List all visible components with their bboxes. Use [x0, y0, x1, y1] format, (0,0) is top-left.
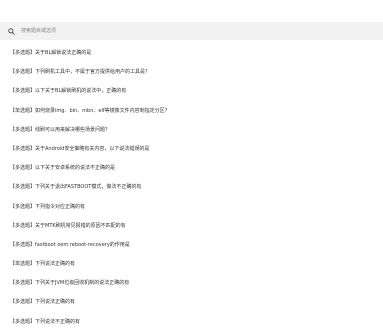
question-item-10[interactable]: 【多选题】关于MTK刷机常见报错的原因不匹配的有 — [0, 217, 383, 236]
question-list: 【多选题】关于BL解锁说法正确的是 【多选题】下列刷机工具中，不属于官方提供给用… — [0, 44, 383, 332]
question-type: 【多选题】 — [10, 280, 36, 287]
question-text: fastboot oem reboot-recovery的作用是 — [35, 241, 130, 248]
search-input[interactable] — [21, 26, 383, 36]
question-item-7[interactable]: 【多选题】以下关于安卓系统的说法不正确的是 — [0, 159, 383, 178]
question-type: 【单选题】 — [10, 107, 36, 114]
question-item-8[interactable]: 【多选题】下列关于退出FASTBOOT模式，做法不正确的有 — [0, 178, 383, 197]
search-bar[interactable] — [0, 22, 383, 40]
question-type: 【多选题】 — [10, 203, 36, 210]
question-type: 【单选题】 — [10, 261, 36, 268]
question-text: 关于BL解锁说法正确的是 — [35, 50, 92, 56]
question-type: 【多选题】 — [10, 50, 36, 56]
question-text: 如何烧录img、bin、mbn、elf等镜像文件内容到指定分区？ — [35, 107, 170, 114]
question-type: 【多选题】 — [10, 184, 36, 191]
question-type: 【多选题】 — [10, 318, 36, 325]
question-item-11[interactable]: 【多选题】fastboot oem reboot-recovery的作用是 — [0, 236, 383, 255]
question-type: 【多选题】 — [10, 241, 36, 248]
question-text: 下列指令对应正确的有 — [35, 203, 86, 210]
question-text: 下列说法不正确的有 — [35, 318, 81, 325]
question-type: 【多选题】 — [10, 88, 36, 95]
question-text: 以下关于安卓系统的说法不正确的是 — [35, 165, 116, 172]
question-text: 下列刷机工具中，不属于官方提供给用户的工具是？ — [35, 69, 151, 76]
question-item-6[interactable]: 【多选题】关于Android安全策略有关内容，以下说法错误的是 — [0, 140, 383, 159]
question-text: 关于MTK刷机常见报错的原因不匹配的有 — [35, 222, 126, 229]
question-type: 【多选题】 — [10, 145, 36, 152]
question-text: 下列关于退出FASTBOOT模式，做法不正确的有 — [35, 184, 142, 191]
question-item-2[interactable]: 【多选题】下列刷机工具中，不属于官方提供给用户的工具是？ — [0, 63, 383, 82]
question-item-14[interactable]: 【多选题】下列说法正确的有 — [0, 293, 383, 312]
question-text: 关于Android安全策略有关内容，以下说法错误的是 — [35, 145, 150, 152]
search-icon — [8, 27, 15, 35]
question-text: 下列说法正确的有 — [35, 261, 76, 268]
question-text: 以下关于BL解锁刷机的说法中，正确的有 — [35, 88, 127, 95]
question-item-1[interactable]: 【多选题】关于BL解锁说法正确的是 — [0, 44, 383, 63]
question-item-5[interactable]: 【多选题】线刷可以用来解决哪些场景问题？ — [0, 121, 383, 140]
question-item-4[interactable]: 【单选题】如何烧录img、bin、mbn、elf等镜像文件内容到指定分区？ — [0, 102, 383, 121]
question-item-13[interactable]: 【多选题】下列关于JVM垃圾回收机制的说法正确的有 — [0, 274, 383, 293]
question-text: 下列关于JVM垃圾回收机制的说法正确的有 — [35, 280, 130, 287]
question-type: 【多选题】 — [10, 222, 36, 229]
question-text: 下列说法正确的有 — [35, 299, 76, 306]
question-item-3[interactable]: 【多选题】以下关于BL解锁刷机的说法中，正确的有 — [0, 82, 383, 101]
question-item-15[interactable]: 【多选题】下列说法不正确的有 — [0, 313, 383, 332]
question-type: 【多选题】 — [10, 69, 36, 76]
question-text: 线刷可以用来解决哪些场景问题？ — [35, 126, 111, 133]
question-item-9[interactable]: 【多选题】下列指令对应正确的有 — [0, 198, 383, 217]
question-type: 【多选题】 — [10, 299, 36, 306]
question-type: 【多选题】 — [10, 126, 36, 133]
question-item-12[interactable]: 【单选题】下列说法正确的有 — [0, 255, 383, 274]
question-type: 【多选题】 — [10, 165, 36, 172]
